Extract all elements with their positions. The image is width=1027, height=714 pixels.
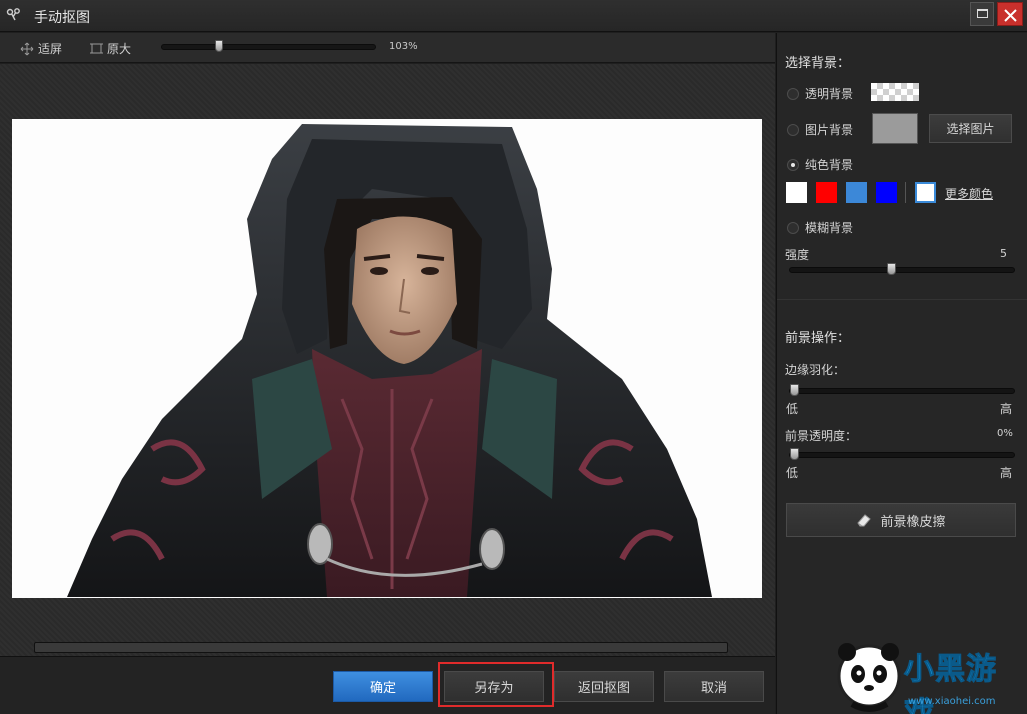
transparent-preview-swatch	[871, 83, 919, 101]
feather-slider[interactable]	[789, 384, 1015, 396]
zoom-value: 103%	[389, 41, 418, 52]
custom-color-swatch[interactable]	[915, 182, 936, 203]
strength-slider[interactable]	[789, 263, 1015, 275]
action-bar: 确定 另存为 返回抠图 取消	[0, 656, 775, 714]
zoom-slider[interactable]	[161, 40, 376, 52]
blur-background-label: 模糊背景	[805, 221, 854, 235]
color-swatch-blue[interactable]	[876, 182, 897, 203]
radio-image-background[interactable]: 图片背景	[787, 121, 853, 138]
maximize-button[interactable]	[970, 2, 994, 26]
window-title: 手动抠图	[34, 10, 90, 26]
person-cutout-image	[67, 124, 712, 597]
color-swatch-light-blue[interactable]	[846, 182, 867, 203]
swatch-divider	[905, 182, 906, 203]
watermark-url: www.xiaohei.com	[908, 696, 996, 707]
preview-canvas[interactable]	[0, 64, 775, 656]
opacity-low-label: 低	[786, 466, 799, 480]
radio-button[interactable]	[787, 123, 799, 136]
fit-screen-icon	[20, 42, 34, 55]
horizontal-scrollbar[interactable]	[34, 642, 728, 653]
strength-slider-handle[interactable]	[887, 263, 896, 275]
feather-slider-handle[interactable]	[790, 384, 799, 396]
feather-high-label: 高	[1000, 402, 1013, 416]
fit-screen-button[interactable]: 适屏	[20, 40, 62, 57]
radio-button[interactable]	[787, 221, 799, 234]
strength-value: 5	[1000, 247, 1007, 260]
feather-label: 边缘羽化：	[785, 363, 846, 377]
fit-screen-label: 适屏	[38, 42, 63, 56]
eraser-icon	[857, 514, 872, 527]
radio-blur-background[interactable]: 模糊背景	[787, 219, 853, 236]
view-toolbar: 适屏 原大	[0, 33, 775, 63]
zoom-slider-handle[interactable]	[215, 40, 223, 52]
more-colors-link[interactable]: 更多颜色	[945, 185, 993, 202]
original-size-label: 原大	[107, 42, 132, 56]
opacity-slider-handle[interactable]	[790, 448, 799, 460]
image-background-preview	[872, 113, 918, 144]
radio-solid-background[interactable]: 纯色背景	[787, 156, 853, 173]
color-swatch-red[interactable]	[816, 182, 837, 203]
opacity-slider[interactable]	[789, 448, 1015, 460]
close-button[interactable]	[997, 2, 1023, 26]
radio-transparent-background[interactable]: 透明背景	[787, 85, 853, 102]
settings-panel: 选择背景： 透明背景 图片背景 选择图片 纯色背景 更多颜色 模糊背景 强度 5…	[776, 33, 1027, 714]
original-size-button[interactable]: 原大	[90, 40, 131, 57]
choose-image-button[interactable]: 选择图片	[929, 114, 1012, 143]
back-to-cutout-button[interactable]: 返回抠图	[554, 671, 654, 702]
radio-button-selected[interactable]	[787, 158, 799, 171]
save-as-highlight	[438, 662, 554, 707]
opacity-high-label: 高	[1000, 466, 1013, 480]
radio-button[interactable]	[787, 87, 799, 100]
section-divider	[777, 299, 1027, 300]
foreground-section-title: 前景操作：	[785, 331, 851, 346]
solid-background-label: 纯色背景	[805, 158, 854, 172]
opacity-label: 前景透明度：	[785, 429, 858, 443]
confirm-button[interactable]: 确定	[333, 671, 433, 702]
cutout-preview-image	[12, 119, 762, 598]
background-section-title: 选择背景：	[785, 56, 851, 71]
cancel-button[interactable]: 取消	[664, 671, 764, 702]
scissors-icon	[6, 8, 20, 21]
eraser-label: 前景橡皮擦	[880, 514, 946, 530]
color-swatch-white[interactable]	[786, 182, 807, 203]
feather-low-label: 低	[786, 402, 799, 416]
image-background-label: 图片背景	[805, 123, 854, 137]
site-watermark-logo: 小黑游戏 www.xiaohei.com	[832, 636, 1027, 714]
original-size-icon	[90, 43, 103, 54]
opacity-value: 0%	[997, 428, 1013, 439]
transparent-background-label: 透明背景	[805, 87, 854, 101]
title-bar: 手动抠图	[0, 0, 1027, 32]
close-icon	[1004, 9, 1017, 22]
strength-label: 强度	[785, 248, 810, 262]
foreground-eraser-button[interactable]: 前景橡皮擦	[786, 503, 1016, 537]
maximize-icon	[977, 9, 988, 18]
